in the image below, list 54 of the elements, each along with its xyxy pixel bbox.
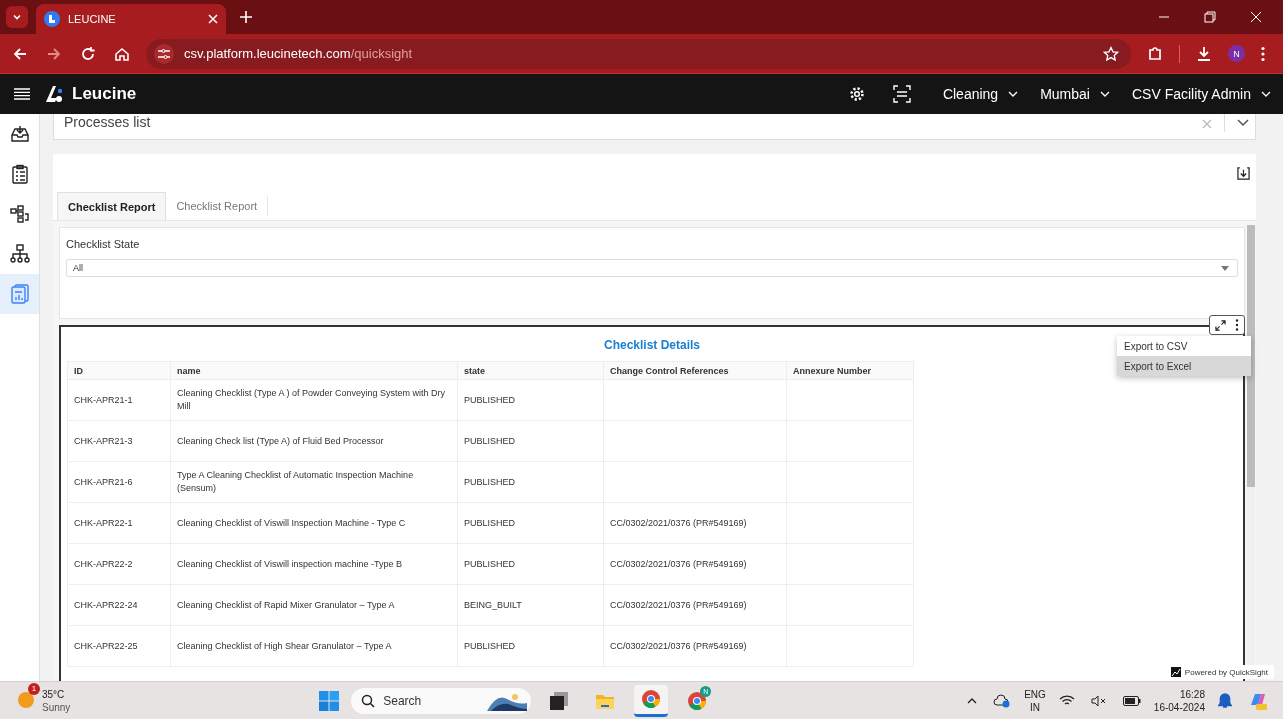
clock[interactable]: 16:28 16-04-2024 [1153, 687, 1205, 714]
table-cell: PUBLISHED [457, 379, 604, 421]
profile-avatar[interactable]: N [1228, 45, 1245, 62]
table-cell: CHK-APR22-24 [67, 584, 171, 626]
header-dropdown[interactable]: Cleaning [942, 86, 1019, 102]
table-cell: CC/0302/2021/0376 (PR#549169) [603, 625, 787, 667]
brand-name: Leucine [72, 84, 137, 104]
taskbar-search[interactable]: Search [351, 687, 532, 714]
column-header[interactable]: ID [67, 361, 171, 380]
table-cell: CHK-APR22-1 [67, 502, 171, 544]
column-header[interactable]: state [457, 361, 604, 380]
address-bar[interactable]: csv.platform.leucinetech.com/quicksight [146, 38, 1131, 69]
table-cell: Cleaning Checklist (Type A ) of Powder Conveying System with Dry Mill [170, 379, 458, 421]
table-cell: PUBLISHED [457, 625, 604, 667]
language-indicator[interactable]: ENG IN [1024, 687, 1046, 714]
table-cell: CHK-APR21-1 [67, 379, 171, 421]
table-cell: PUBLISHED [457, 420, 604, 462]
table-cell: CC/0302/2021/0376 (PR#549169) [603, 584, 787, 626]
temperature: 35°C [42, 687, 66, 701]
table-cell: CHK-APR21-3 [67, 420, 171, 462]
table-cell: CHK-APR21-6 [67, 461, 171, 503]
table-cell: Cleaning Checklist of Viswill inspection machine -Type B [170, 543, 458, 585]
browser-tab[interactable]: LEUCINE [36, 4, 226, 34]
table-cell: CC/0302/2021/0376 (PR#549169) [603, 543, 787, 585]
visual-title: Checklist Details [603, 338, 700, 352]
tab-title: LEUCINE [68, 13, 117, 25]
powered-by-label: Powered by QuickSight [1184, 667, 1268, 677]
table-cell: CC/0302/2021/0376 (PR#549169) [603, 502, 787, 544]
table-cell: Type A Cleaning Checklist of Automatic Inspection Machine (Sensum) [170, 461, 458, 503]
table-cell: Cleaning Check list (Type A) of Fluid Bed Processor [170, 420, 458, 462]
header-dropdown[interactable]: CSV Facility Admin [1131, 86, 1271, 102]
menu-item[interactable]: Export to CSV [1117, 336, 1251, 356]
filter-select[interactable]: All [66, 259, 1238, 277]
notification-badge: 1 [28, 682, 40, 695]
url-text: csv.platform.leucinetech.com/quicksight [184, 46, 413, 61]
sheet-tab[interactable]: Checklist Report [57, 192, 167, 220]
sheet-tab[interactable]: Checklist Report [166, 196, 269, 216]
header-dropdown[interactable]: Mumbai [1040, 86, 1110, 102]
table-cell: PUBLISHED [457, 461, 604, 503]
table-cell: Cleaning Checklist of Viswill Inspection Machine - Type C [170, 502, 458, 544]
table-cell: PUBLISHED [457, 502, 604, 544]
column-header[interactable]: Change Control References [603, 361, 787, 380]
column-header[interactable]: Annexure Number [786, 361, 914, 380]
weather-condition: Sunny [42, 700, 71, 714]
table-cell: PUBLISHED [457, 543, 604, 585]
column-header[interactable]: name [170, 361, 458, 380]
table-cell: CHK-APR22-2 [67, 543, 171, 585]
table-cell: Cleaning Checklist of Rapid Mixer Granulator – Type A [170, 584, 458, 626]
menu-item[interactable]: Export to Excel [1117, 356, 1251, 376]
filter-label: Checklist State [66, 238, 141, 250]
processes-select[interactable]: Processes list [53, 114, 1256, 140]
table-cell: Cleaning Checklist of High Shear Granulator – Type A [170, 625, 458, 667]
table-cell: CHK-APR22-25 [67, 625, 171, 667]
table-cell: BEING_BUILT [457, 584, 604, 626]
